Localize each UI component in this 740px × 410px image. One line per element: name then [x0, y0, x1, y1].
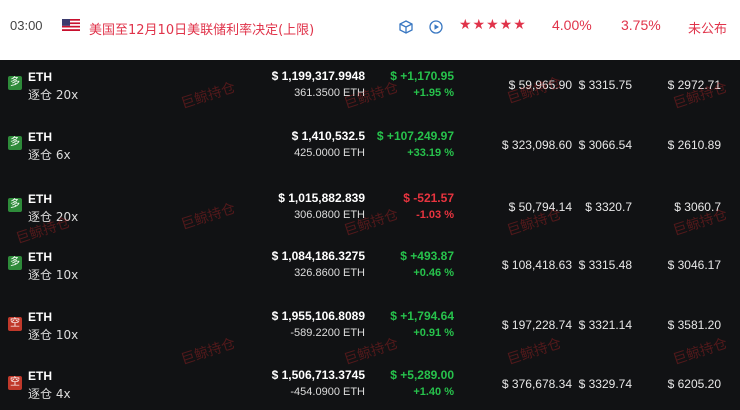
side-badge: 多 [8, 198, 22, 212]
position-row[interactable]: 多 ETH 逐仓 10x $ 1,084,186.3275 326.8600 E… [0, 234, 740, 292]
position-qty: 425.0000 ETH [294, 147, 365, 159]
event-time: 03:00 [10, 18, 43, 33]
cube-icon[interactable] [399, 20, 413, 34]
pnl-percent: +0.46 % [413, 267, 454, 279]
symbol: ETH [28, 192, 52, 206]
margin: $ 376,678.34 [501, 377, 572, 391]
side-badge: 多 [8, 76, 22, 90]
side-badge: 空 [8, 317, 22, 331]
leverage: 逐仓 6x [28, 148, 71, 162]
position-value: $ 1,410,532.5 [291, 129, 365, 143]
position-qty: 326.8600 ETH [294, 267, 365, 279]
leverage: 逐仓 10x [28, 268, 79, 282]
position-value: $ 1,084,186.3275 [271, 249, 365, 263]
position-row[interactable]: 空 ETH 逐仓 10x $ 1,955,106.8089 -589.2200 … [0, 294, 740, 352]
pnl: $ +107,249.97 [376, 129, 454, 143]
symbol: ETH [28, 250, 52, 264]
pnl: $ +493.87 [400, 249, 454, 263]
event-forecast: 3.75% [621, 17, 661, 33]
position-qty: 361.3500 ETH [294, 87, 365, 99]
pnl-percent: +1.95 % [413, 87, 454, 99]
leverage: 逐仓 4x [28, 387, 71, 401]
position-row[interactable]: 空 ETH 逐仓 4x $ 1,506,713.3745 -454.0900 E… [0, 352, 740, 410]
liquidation-price: $ 6205.20 [667, 377, 721, 391]
pnl-percent: +0.91 % [413, 327, 454, 339]
leverage: 逐仓 10x [28, 328, 79, 342]
position-value: $ 1,506,713.3745 [271, 368, 365, 382]
liquidation-price: $ 3046.17 [667, 258, 721, 272]
economic-event-row: 03:00 美国至12月10日美联储利率决定(上限) ★★★★★ 4.00% 3… [0, 0, 740, 60]
pnl-percent: +1.40 % [413, 386, 454, 398]
play-icon[interactable] [429, 20, 443, 34]
symbol: ETH [28, 369, 52, 383]
pnl-percent: -1.03 % [416, 209, 454, 221]
margin: $ 197,228.74 [501, 318, 572, 332]
entry-price: $ 3320.7 [585, 200, 632, 214]
side-badge: 多 [8, 136, 22, 150]
event-actual: 4.00% [552, 17, 592, 33]
entry-price: $ 3066.54 [578, 138, 632, 152]
pnl: $ -521.57 [403, 191, 454, 205]
position-row[interactable]: 多 ETH 逐仓 20x $ 1,199,317.9948 361.3500 E… [0, 60, 740, 118]
margin: $ 59,965.90 [508, 78, 572, 92]
margin: $ 108,418.63 [501, 258, 572, 272]
position-value: $ 1,015,882.839 [278, 191, 365, 205]
symbol: ETH [28, 130, 52, 144]
pnl: $ +1,170.95 [390, 69, 454, 83]
entry-price: $ 3315.48 [578, 258, 632, 272]
position-qty: -589.2200 ETH [290, 327, 365, 339]
leverage: 逐仓 20x [28, 210, 79, 224]
leverage: 逐仓 20x [28, 88, 79, 102]
entry-price: $ 3329.74 [578, 377, 632, 391]
position-qty: -454.0900 ETH [290, 386, 365, 398]
importance-stars: ★★★★★ [459, 17, 527, 33]
position-row[interactable]: 多 ETH 逐仓 6x $ 1,410,532.5 425.0000 ETH $… [0, 118, 740, 176]
position-row[interactable]: 多 ETH 逐仓 20x $ 1,015,882.839 306.0800 ET… [0, 176, 740, 234]
liquidation-price: $ 2610.89 [667, 138, 721, 152]
margin: $ 50,794.14 [508, 200, 572, 214]
entry-price: $ 3315.75 [578, 78, 632, 92]
positions-table: 多 ETH 逐仓 20x $ 1,199,317.9948 361.3500 E… [0, 60, 740, 408]
side-badge: 空 [8, 376, 22, 390]
pnl: $ +5,289.00 [390, 368, 454, 382]
liquidation-price: $ 3060.7 [674, 200, 721, 214]
liquidation-price: $ 2972.71 [667, 78, 721, 92]
symbol: ETH [28, 70, 52, 84]
position-value: $ 1,955,106.8089 [271, 309, 365, 323]
margin: $ 323,098.60 [501, 138, 572, 152]
symbol: ETH [28, 310, 52, 324]
position-qty: 306.0800 ETH [294, 209, 365, 221]
position-value: $ 1,199,317.9948 [271, 69, 365, 83]
liquidation-price: $ 3581.20 [667, 318, 721, 332]
event-title[interactable]: 美国至12月10日美联储利率决定(上限) [89, 19, 314, 38]
side-badge: 多 [8, 256, 22, 270]
pnl: $ +1,794.64 [390, 309, 454, 323]
us-flag-icon [62, 19, 80, 31]
entry-price: $ 3321.14 [578, 318, 632, 332]
pnl-percent: +33.19 % [407, 147, 454, 159]
event-previous: 未公布 [688, 22, 728, 37]
